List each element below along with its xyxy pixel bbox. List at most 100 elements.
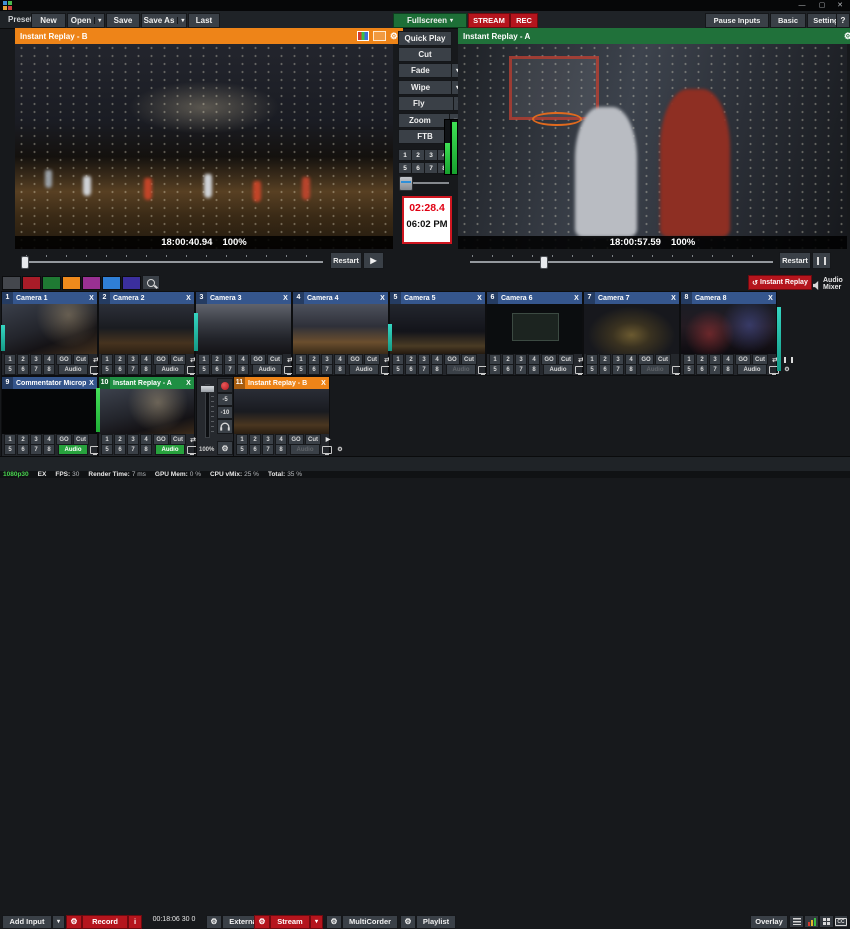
bus-5-button[interactable]: 5 <box>392 364 404 375</box>
bus-7-button[interactable]: 7 <box>30 444 42 455</box>
replay-camera-7-button[interactable]: 7 <box>424 162 438 174</box>
input-gear-button[interactable]: ⚙ <box>781 364 793 375</box>
bus-7-button[interactable]: 7 <box>127 444 139 455</box>
window-maximize-button[interactable]: ▢ <box>814 0 830 11</box>
close-input-button[interactable]: X <box>765 295 776 302</box>
headphones-button[interactable] <box>217 419 233 434</box>
preview-b-video[interactable]: 18:00:40.94 100% <box>15 44 393 249</box>
add-input-dropdown[interactable]: ▾ <box>52 915 65 929</box>
close-input-button[interactable]: X <box>280 295 291 302</box>
bus-6-button[interactable]: 6 <box>502 364 514 375</box>
bus-6-button[interactable]: 6 <box>17 364 29 375</box>
bus-5-button[interactable]: 5 <box>683 364 695 375</box>
preview-a-gear-icon[interactable]: ⚙ <box>844 31 850 42</box>
input-thumbnail[interactable] <box>2 389 97 434</box>
input-thumbnail[interactable] <box>2 304 97 354</box>
input-tile-header[interactable]: 6 Camera 6 X <box>487 292 582 304</box>
bus-7-button[interactable]: 7 <box>30 364 42 375</box>
zoom-timeline-button[interactable] <box>142 275 160 290</box>
color-swatch[interactable] <box>22 276 41 290</box>
input-tile-header[interactable]: 8 Camera 8 X <box>681 292 776 304</box>
input-tile-1[interactable]: 1 Camera 1 X 1234GOCut⇄▶ 5678Audio⚙ <box>1 291 98 376</box>
input-tile-header[interactable]: 11 Instant Replay - B X <box>234 377 329 389</box>
color-swatch[interactable] <box>62 276 81 290</box>
bus-8-button[interactable]: 8 <box>275 444 287 455</box>
preset-save-button[interactable]: Save <box>106 13 140 28</box>
basic-button[interactable]: Basic <box>770 13 806 28</box>
input-tile-10[interactable]: 10 Instant Replay - A X 1234GOCut⇄ 5678A… <box>98 376 195 457</box>
bus-6-button[interactable]: 6 <box>249 444 261 455</box>
color-swatch[interactable] <box>82 276 101 290</box>
bus-8-button[interactable]: 8 <box>722 364 734 375</box>
stream-settings-gear-button[interactable]: ⚙ <box>254 915 270 929</box>
bus-6-button[interactable]: 6 <box>17 444 29 455</box>
preset-last-button[interactable]: Last <box>188 13 220 28</box>
input-tile-4[interactable]: 4 Camera 4 X 1234GOCut⇄ 5678Audio⚙ <box>292 291 389 376</box>
audio-button[interactable]: Audio <box>290 444 320 455</box>
bus-5-button[interactable]: 5 <box>101 444 113 455</box>
external-settings-gear-button[interactable]: ⚙ <box>206 915 222 929</box>
audio-button[interactable]: Audio <box>737 364 767 375</box>
close-input-button[interactable]: X <box>318 380 329 387</box>
master-fader-handle[interactable] <box>200 385 215 393</box>
preview-a-header[interactable]: Instant Replay - A ⚙ <box>458 28 850 44</box>
bus-5-button[interactable]: 5 <box>4 364 16 375</box>
stream-button[interactable]: Stream <box>270 915 310 929</box>
camera-icon[interactable] <box>373 31 386 41</box>
menu-button[interactable] <box>789 915 804 928</box>
input-thumbnail[interactable] <box>99 389 194 434</box>
input-thumbnail[interactable] <box>487 304 582 354</box>
instant-replay-button[interactable]: ↺Instant Replay <box>748 275 812 290</box>
stream-dropdown[interactable]: ▾ <box>310 915 323 929</box>
replay-camera-2-button[interactable]: 2 <box>411 149 425 161</box>
multicorder-gear-button[interactable]: ⚙ <box>326 915 342 929</box>
bus-5-button[interactable]: 5 <box>198 364 210 375</box>
bus-7-button[interactable]: 7 <box>612 364 624 375</box>
help-button[interactable]: ? <box>836 13 850 28</box>
close-input-button[interactable]: X <box>474 295 485 302</box>
bus-6-button[interactable]: 6 <box>114 364 126 375</box>
quick-play-button[interactable]: Quick Play <box>398 31 452 46</box>
pause-inputs-button[interactable]: Pause Inputs <box>705 13 769 28</box>
bus-5-button[interactable]: 5 <box>295 364 307 375</box>
input-tile-header[interactable]: 4 Camera 4 X <box>293 292 388 304</box>
bus-8-button[interactable]: 8 <box>43 444 55 455</box>
playlist-gear-button[interactable]: ⚙ <box>400 915 416 929</box>
replay-camera-3-button[interactable]: 3 <box>424 149 438 161</box>
audio-button[interactable]: Audio <box>58 364 88 375</box>
input-tile-9[interactable]: 9 Commentator Microphone X 1234GOCut 567… <box>1 376 98 457</box>
preset-new-button[interactable]: New <box>31 13 66 28</box>
close-input-button[interactable]: X <box>86 380 97 387</box>
transition-tbar-handle[interactable] <box>399 176 413 191</box>
input-tile-7[interactable]: 7 Camera 7 X 1234GOCut 5678Audio⚙ <box>583 291 680 376</box>
color-swatch[interactable] <box>102 276 121 290</box>
input-tile-3[interactable]: 3 Camera 3 X 1234GOCut⇄ 5678Audio⚙ <box>195 291 292 376</box>
bus-6-button[interactable]: 6 <box>211 364 223 375</box>
bus-6-button[interactable]: 6 <box>308 364 320 375</box>
fade-transition-button[interactable]: Fade▾ <box>398 63 464 78</box>
bus-6-button[interactable]: 6 <box>696 364 708 375</box>
close-input-button[interactable]: X <box>668 295 679 302</box>
audio-meters-button[interactable] <box>804 915 819 928</box>
replay-camera-5-button[interactable]: 5 <box>398 162 412 174</box>
bus-8-button[interactable]: 8 <box>334 364 346 375</box>
preset-save-as-button[interactable]: Save As▾ <box>141 13 187 28</box>
input-tile-header[interactable]: 7 Camera 7 X <box>584 292 679 304</box>
bus-7-button[interactable]: 7 <box>127 364 139 375</box>
input-thumbnail[interactable] <box>196 304 291 354</box>
audio-button[interactable]: Audio <box>155 364 185 375</box>
fly-transition-button[interactable]: Fly▾ <box>398 96 466 111</box>
input-thumbnail[interactable] <box>234 389 329 434</box>
bus-8-button[interactable]: 8 <box>43 364 55 375</box>
bus-5-button[interactable]: 5 <box>236 444 248 455</box>
input-thumbnail[interactable] <box>584 304 679 354</box>
bus-5-button[interactable]: 5 <box>586 364 598 375</box>
input-gear-button[interactable]: ⚙ <box>334 444 346 455</box>
record-button[interactable]: Record <box>82 915 128 929</box>
input-tile-5[interactable]: 5 Camera 5 X 1234GOCut 5678Audio⚙ <box>389 291 486 376</box>
audio-button[interactable]: Audio <box>640 364 670 375</box>
input-tile-header[interactable]: 10 Instant Replay - A X <box>99 377 194 389</box>
audio-button[interactable]: Audio <box>155 444 185 455</box>
color-swatch[interactable] <box>122 276 141 290</box>
window-minimize-button[interactable]: — <box>794 0 810 11</box>
